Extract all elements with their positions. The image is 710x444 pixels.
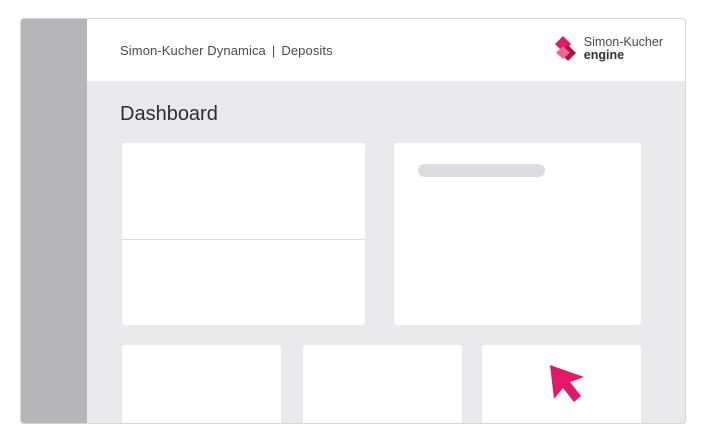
pointer-cursor-icon	[550, 365, 584, 402]
title-separator: |	[271, 43, 276, 58]
page-title: Dashboard	[120, 103, 218, 125]
brand-logo[interactable]: Simon-Kucher engine	[554, 33, 663, 65]
app-window: Simon-Kucher Dynamica | Deposits Simon-Kuc…	[20, 18, 686, 424]
top-header: Simon-Kucher Dynamica | Deposits Simon-Kuc…	[87, 19, 685, 81]
product-name: Simon-Kucher Dynamica	[120, 43, 266, 58]
diamond-logo-icon	[554, 36, 576, 61]
sidebar[interactable]	[21, 19, 87, 423]
loading-placeholder-bar	[418, 164, 545, 177]
card-divider	[122, 239, 365, 240]
logo-product: engine	[583, 48, 625, 62]
dashboard-card-bottom-2[interactable]	[303, 345, 462, 423]
app-title: Simon-Kucher Dynamica | Deposits	[120, 43, 333, 58]
section-name[interactable]: Deposits	[281, 43, 332, 58]
dashboard-card-top-right[interactable]	[394, 143, 641, 325]
logo-text: Simon-Kucher engine	[584, 36, 663, 62]
dashboard-card-bottom-1[interactable]	[122, 345, 281, 423]
dashboard-card-top-left[interactable]	[122, 143, 365, 325]
